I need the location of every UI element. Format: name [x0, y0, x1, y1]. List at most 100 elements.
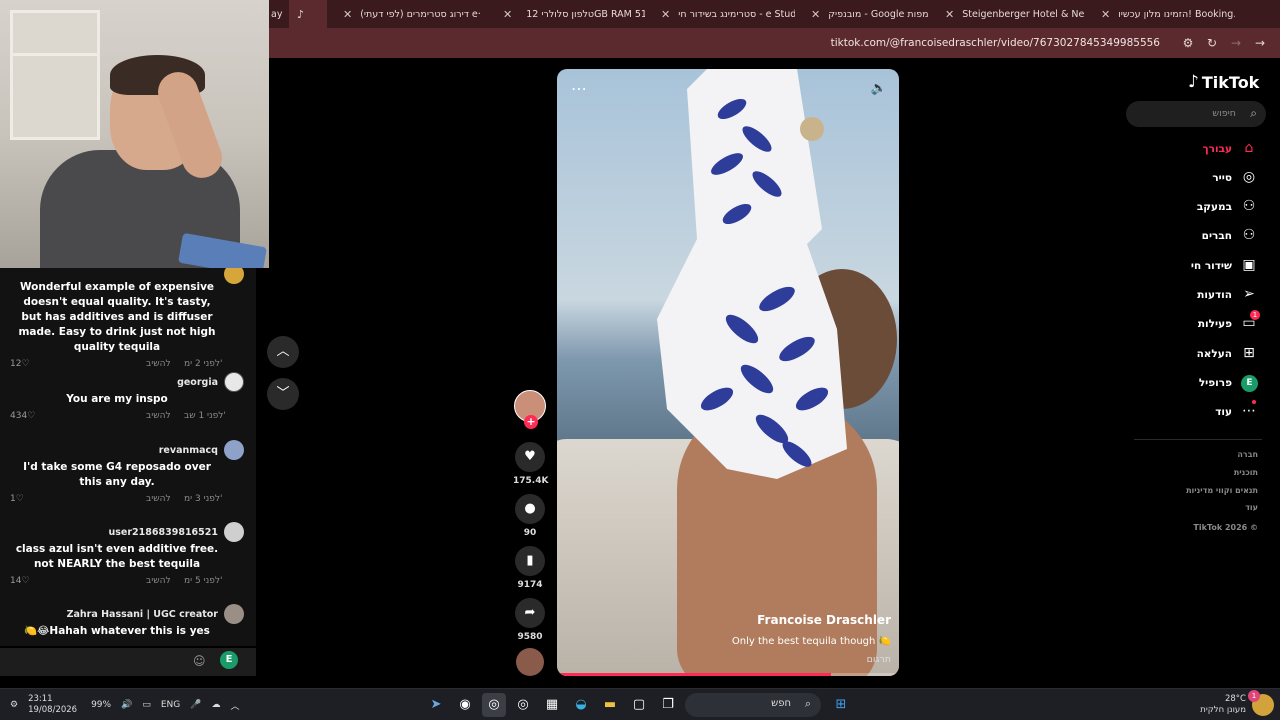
tab-0[interactable]: ay — [269, 0, 289, 28]
settings-icon[interactable]: ⚙ — [10, 700, 18, 710]
previous-video-button[interactable]: ︿ — [267, 336, 299, 368]
close-icon[interactable]: ✕ — [1101, 8, 1110, 21]
comment-input[interactable] — [0, 648, 256, 676]
footer-program[interactable]: תוכנית — [1234, 468, 1258, 477]
tab-4[interactable]: ✕ סטרימינג בשידור חי - e Studio — [645, 0, 795, 28]
heart-icon: ♡ — [27, 411, 36, 421]
close-icon[interactable]: ✕ — [661, 8, 670, 21]
avatar[interactable] — [224, 372, 244, 392]
footer-company[interactable]: חברה — [1237, 450, 1258, 459]
close-icon[interactable]: ✕ — [503, 8, 512, 21]
user-avatar[interactable]: E — [220, 651, 238, 669]
tab-5[interactable]: ✕ מובנפיק - Google מפות — [795, 0, 929, 28]
sidebar-item-for-you[interactable]: עבורך ⌂ — [1140, 139, 1260, 161]
volume-icon[interactable]: 🔊 — [121, 700, 132, 710]
heart-icon[interactable]: ♥ — [515, 442, 545, 472]
chrome-alt-icon[interactable]: ◎ — [511, 693, 535, 717]
taskbar-search[interactable]: חפש ⌕ — [685, 693, 821, 717]
search-icon[interactable]: ⌕ — [1250, 106, 1257, 121]
comment-header: georgia — [0, 372, 256, 392]
chevron-up-icon[interactable]: ︿ — [230, 699, 239, 712]
tab-3[interactable]: ✕ טלפון סלולרי 12GB RAM 512GB — [487, 0, 645, 28]
back-icon[interactable]: → — [1248, 36, 1272, 50]
comment-likes[interactable]: 434♡ — [10, 411, 35, 421]
tab-2[interactable]: ✕ דירוג סטרימרים (לפי דעתי) e· — [327, 0, 487, 28]
comment-user[interactable]: revanmacq — [159, 445, 218, 456]
sidebar-item-friends[interactable]: חברים ⚇ — [1140, 226, 1260, 248]
sidebar-item-more[interactable]: עוד ⋯ — [1140, 400, 1260, 424]
sidebar-item-live[interactable]: שידור חי ▣ — [1140, 256, 1260, 278]
sidebar-item-upload[interactable]: העלאה ⊞ — [1140, 344, 1260, 366]
reply-button[interactable]: להשיב — [146, 359, 171, 369]
footer-terms[interactable]: תנאים וקווי מדיניות — [1186, 486, 1258, 495]
follow-button[interactable]: + — [524, 415, 538, 429]
app-icon[interactable]: ◉ — [453, 693, 477, 717]
tab-6[interactable]: ✕ Steigenberger Hotel & Nelson — [929, 0, 1085, 28]
share-icon[interactable]: ➦ — [515, 598, 545, 628]
video-author[interactable]: Francoise Draschler — [757, 613, 891, 627]
sidebar-item-messages[interactable]: הודעות ➢ — [1140, 285, 1260, 307]
weather-widget[interactable]: 28°C מעונן חלקית — [1200, 694, 1246, 716]
display-icon[interactable]: ▭ — [142, 700, 151, 710]
comment-icon[interactable]: ● — [515, 494, 545, 524]
next-video-button[interactable]: ﹀ — [267, 378, 299, 410]
comment-likes[interactable]: 12♡ — [10, 359, 30, 369]
bookmark-icon[interactable]: ▮ — [515, 546, 545, 576]
tab-7[interactable]: ✕ הזמינו מלון עכשיו! Booking.com — [1085, 0, 1235, 28]
search-input[interactable]: חיפוש ⌕ — [1126, 101, 1266, 127]
comment-likes[interactable]: 1♡ — [10, 494, 24, 504]
tiktok-logo[interactable]: ♪ TikTok — [1188, 72, 1259, 92]
store-icon[interactable]: ▦ — [540, 693, 564, 717]
reload-icon[interactable]: ↻ — [1200, 36, 1224, 50]
edge-icon[interactable]: ◒ — [569, 693, 593, 717]
chrome-icon[interactable]: ◎ — [482, 693, 506, 717]
comment-item: revanmacq I'd take some G4 reposado over… — [0, 440, 256, 508]
sidebar-item-label: פרופיל — [1198, 377, 1232, 389]
comment-user[interactable]: user2186839816521 — [109, 527, 218, 538]
sidebar-item-profile[interactable]: פרופיל E — [1140, 373, 1260, 395]
sidebar-item-label: העלאה — [1196, 348, 1232, 360]
battery-level[interactable]: 99% — [91, 700, 111, 710]
language-indicator[interactable]: ENG — [161, 700, 180, 710]
tiktok-icon: ♪ — [1188, 72, 1199, 92]
comment-meta: 12♡ להשיב לפני 2 ימ' — [0, 359, 256, 373]
close-icon[interactable]: ✕ — [343, 8, 352, 21]
windows-start-icon[interactable]: ⊞ — [829, 693, 853, 717]
site-settings-icon[interactable]: ⚙ — [1176, 36, 1200, 50]
reply-button[interactable]: להשיב — [146, 494, 171, 504]
comment-text: You are my inspo — [66, 393, 168, 405]
close-icon[interactable]: ✕ — [945, 8, 954, 21]
comment-likes[interactable]: 14♡ — [10, 576, 30, 586]
avatar[interactable] — [224, 604, 244, 624]
avatar[interactable] — [224, 440, 244, 460]
comment-user[interactable]: georgia — [177, 377, 218, 388]
video-player[interactable]: ⋯ 🔈 Francoise Draschler Only the best te… — [557, 69, 899, 676]
forward-icon[interactable]: → — [1224, 36, 1248, 50]
translate-link[interactable]: תרגום — [867, 654, 891, 665]
microphone-icon[interactable]: 🎤 — [190, 700, 201, 710]
more-options-icon[interactable]: ⋯ — [571, 79, 587, 98]
reply-button[interactable]: להשיב — [146, 411, 171, 421]
sound-icon[interactable]: 🔈 — [871, 81, 887, 96]
cloud-icon[interactable]: ☁ — [211, 700, 220, 710]
avatar[interactable] — [224, 522, 244, 542]
url-field[interactable]: tiktok.com/@francoisedraschler/video/767… — [831, 37, 1160, 49]
clock[interactable]: 23:11 19/08/2026 — [28, 694, 77, 716]
tab-tiktok[interactable]: ♪ — [289, 0, 327, 28]
comment-user[interactable]: Zahra Hassani | UGC creator — [67, 609, 218, 620]
footer-more[interactable]: עוד — [1245, 503, 1258, 512]
emoji-icon[interactable]: ☺ — [193, 654, 206, 668]
folder-icon[interactable]: ▬ — [598, 693, 622, 717]
comment-text: 🍋😂Hahah whatever this is yes — [24, 625, 210, 637]
search-placeholder: חיפוש — [1212, 108, 1236, 119]
close-icon[interactable]: ✕ — [811, 8, 820, 21]
task-view-icon[interactable]: ❐ — [656, 693, 680, 717]
sidebar-item-following[interactable]: במעקב ⚇ — [1140, 197, 1260, 219]
app-icon[interactable]: ▢ — [627, 693, 651, 717]
steam-icon[interactable]: ➤ — [424, 693, 448, 717]
sidebar-item-activity[interactable]: פעילות ▭ 1 — [1140, 310, 1260, 336]
sidebar-item-explore[interactable]: סייר ◎ — [1140, 168, 1260, 190]
reply-button[interactable]: להשיב — [146, 576, 171, 586]
sidebar-item-label: שידור חי — [1190, 260, 1232, 272]
sound-avatar[interactable] — [516, 648, 544, 676]
